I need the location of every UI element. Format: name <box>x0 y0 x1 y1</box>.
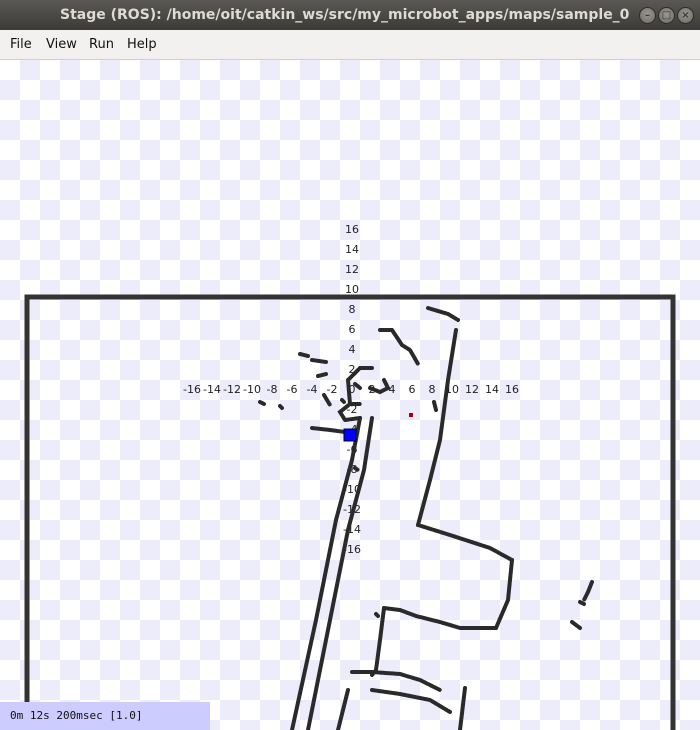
menu-file[interactable]: File <box>10 30 32 60</box>
close-icon[interactable]: × <box>677 7 694 24</box>
y-tick-label: 14 <box>345 243 359 256</box>
x-tick-label: -10 <box>243 383 261 396</box>
y-tick-label: 16 <box>345 223 359 236</box>
minimize-icon[interactable]: – <box>639 7 656 24</box>
status-clock: 0m 12s 200msec [1.0] <box>0 702 210 730</box>
x-tick-label: 12 <box>465 383 479 396</box>
x-tick-label: -14 <box>203 383 221 396</box>
x-tick-label: -4 <box>307 383 318 396</box>
y-tick-label: 6 <box>349 323 356 336</box>
window-title: Stage (ROS): /home/oit/catkin_ws/src/my_… <box>60 7 630 23</box>
y-tick-label: 4 <box>349 343 356 356</box>
x-tick-label: -12 <box>223 383 241 396</box>
x-tick-label: -16 <box>183 383 201 396</box>
y-tick-label: 8 <box>349 303 356 316</box>
x-tick-label: -6 <box>287 383 298 396</box>
x-tick-label: -8 <box>267 383 278 396</box>
menu-bar: File View Run Help <box>0 30 700 60</box>
stage-canvas[interactable]: -16 -14 -12 -10 -8 -6 -4 -2 0 2 4 6 8 10 12 14 16 16 14 12 1… <box>0 60 700 730</box>
robot-marker[interactable] <box>343 428 357 442</box>
menu-help[interactable]: Help <box>127 30 157 60</box>
maximize-icon[interactable]: □ <box>658 7 675 24</box>
axis-labels: -16 -14 -12 -10 -8 -6 -4 -2 0 2 4 6 8 10 12 14 161614121… <box>183 223 519 556</box>
x-tick-label: 4 <box>389 383 396 396</box>
goal-marker <box>409 413 413 417</box>
window-titlebar: Stage (ROS): /home/oit/catkin_ws/src/my_… <box>0 0 700 30</box>
y-tick-label: 10 <box>345 283 359 296</box>
y-tick-label: 12 <box>345 263 359 276</box>
menu-run[interactable]: Run <box>89 30 114 60</box>
map-walls <box>258 306 594 730</box>
x-tick-label: 14 <box>485 383 499 396</box>
world-view[interactable]: -16 -14 -12 -10 -8 -6 -4 -2 0 2 4 6 8 10 12 14 161614121… <box>0 60 700 730</box>
x-tick-label: -2 <box>327 383 338 396</box>
menu-view[interactable]: View <box>46 30 77 60</box>
x-tick-label: 16 <box>505 383 519 396</box>
x-tick-label: 8 <box>429 383 436 396</box>
x-tick-label: 6 <box>409 383 416 396</box>
